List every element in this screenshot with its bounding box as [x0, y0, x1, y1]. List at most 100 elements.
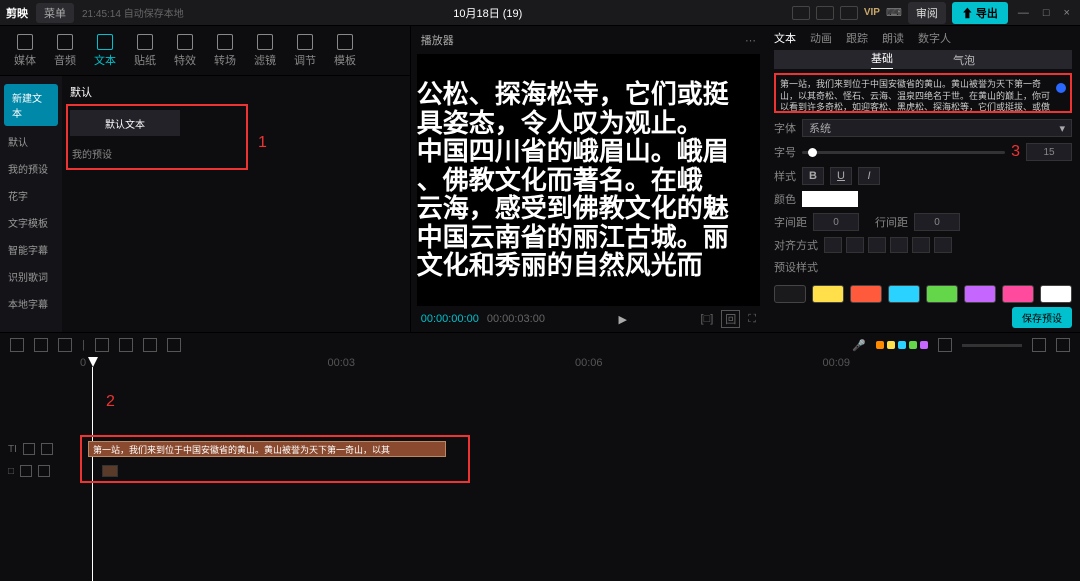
tool-tab-6[interactable]: 滤镜: [254, 34, 276, 68]
italic-button[interactable]: I: [858, 167, 880, 185]
mirror-button[interactable]: [143, 338, 157, 352]
crop-button[interactable]: [119, 338, 133, 352]
play-button[interactable]: ▶: [553, 313, 693, 326]
close-icon[interactable]: ×: [1060, 7, 1074, 19]
side-item-7[interactable]: 本地字幕: [0, 290, 62, 317]
my-preset-label: 我的预设: [72, 146, 112, 161]
ratio-icon[interactable]: [□]: [701, 313, 714, 325]
preset-swatch-0[interactable]: [774, 285, 806, 303]
layout-icon-1[interactable]: [792, 6, 810, 20]
track-eye-icon-2[interactable]: [38, 465, 50, 477]
zoom-out-button[interactable]: [938, 338, 952, 352]
inspector-tab-2[interactable]: 跟踪: [846, 30, 868, 46]
track-lock-icon[interactable]: [23, 443, 35, 455]
ai-indicator-icon[interactable]: [1056, 83, 1066, 93]
player-menu-icon[interactable]: ⋯: [745, 34, 756, 47]
undo-button[interactable]: [10, 338, 24, 352]
track-eye-icon[interactable]: [41, 443, 53, 455]
side-item-2[interactable]: 我的预设: [0, 155, 62, 182]
preset-swatch-5[interactable]: [964, 285, 996, 303]
default-text-card[interactable]: 默认文本: [70, 110, 180, 136]
secondary-clip[interactable]: [102, 465, 118, 477]
menu-button[interactable]: 菜单: [36, 3, 74, 23]
preset-swatch-2[interactable]: [850, 285, 882, 303]
inspector-tab-3[interactable]: 朗读: [882, 30, 904, 46]
timeline-body[interactable]: 000:0300:0600:09 2 TI □ 第一站，我们来到位于中国安徽省的…: [0, 357, 1080, 581]
align-bottom-button[interactable]: [934, 237, 952, 253]
preset-swatch-1[interactable]: [812, 285, 844, 303]
side-item-1[interactable]: 默认: [0, 128, 62, 155]
zoom-fit-button[interactable]: [1056, 338, 1070, 352]
text-clip[interactable]: 第一站，我们来到位于中国安徽省的黄山。黄山被誉为天下第一奇山，以其: [88, 441, 446, 457]
line-spacing-input[interactable]: 0: [914, 213, 960, 231]
review-button[interactable]: 审阅: [908, 2, 946, 24]
font-select[interactable]: 系统▾: [802, 119, 1072, 137]
layout-icon-3[interactable]: [840, 6, 858, 20]
rotate-button[interactable]: [167, 338, 181, 352]
side-item-3[interactable]: 花字: [0, 182, 62, 209]
preset-swatch-7[interactable]: [1040, 285, 1072, 303]
track-color-4[interactable]: [920, 341, 928, 349]
project-title: 10月18日 (19): [453, 5, 522, 21]
tool-tab-3[interactable]: 贴纸: [134, 34, 156, 68]
side-item-0[interactable]: 新建文本: [4, 84, 58, 126]
tool-tab-5[interactable]: 转场: [214, 34, 236, 68]
inspector-tab-4[interactable]: 数字人: [918, 30, 951, 46]
track-color-2[interactable]: [898, 341, 906, 349]
track-label-2: □: [8, 465, 50, 477]
shortcut-icon[interactable]: ⌨: [886, 6, 902, 19]
align-center-button[interactable]: [846, 237, 864, 253]
preset-swatch-6[interactable]: [1002, 285, 1034, 303]
track-color-3[interactable]: [909, 341, 917, 349]
track-color-1[interactable]: [887, 341, 895, 349]
tool-tab-0[interactable]: 媒体: [14, 34, 36, 68]
bold-button[interactable]: B: [802, 167, 824, 185]
side-item-4[interactable]: 文字模板: [0, 209, 62, 236]
align-left-button[interactable]: [824, 237, 842, 253]
align-right-button[interactable]: [868, 237, 886, 253]
time-ruler[interactable]: 000:0300:0600:09: [80, 357, 1070, 373]
tool-tab-4[interactable]: 特效: [174, 34, 196, 68]
underline-button[interactable]: U: [830, 167, 852, 185]
side-item-5[interactable]: 智能字幕: [0, 236, 62, 263]
preview-canvas: 公松、探海松寺，它们或挺具姿态，令人叹为观止。中国四川省的峨眉山。峨眉、佛教文化…: [417, 54, 760, 306]
track-color-0[interactable]: [876, 341, 884, 349]
mic-icon[interactable]: 🎤: [852, 339, 866, 352]
inspector-tab-0[interactable]: 文本: [774, 30, 796, 46]
minimize-icon[interactable]: —: [1014, 7, 1033, 19]
track-lock-icon-2[interactable]: [20, 465, 32, 477]
align-top-button[interactable]: [890, 237, 908, 253]
letter-spacing-input[interactable]: 0: [813, 213, 859, 231]
tool-tab-2[interactable]: 文本: [94, 34, 116, 68]
zoom-slider[interactable]: [962, 344, 1022, 347]
split-button[interactable]: [58, 338, 72, 352]
align-middle-button[interactable]: [912, 237, 930, 253]
inspector-subtabs[interactable]: 基础 气泡: [774, 50, 1072, 69]
inspector-tab-1[interactable]: 动画: [810, 30, 832, 46]
preview-text-line: 文化和秀丽的自然风光而: [417, 251, 760, 280]
fullscreen-icon[interactable]: ⛶: [748, 313, 756, 326]
side-item-6[interactable]: 识别歌词: [0, 263, 62, 290]
tool-tab-8[interactable]: 模板: [334, 34, 356, 68]
scale-icon[interactable]: 回: [721, 310, 740, 328]
layout-icon-2[interactable]: [816, 6, 834, 20]
category-tab[interactable]: 默认: [70, 84, 402, 106]
save-preset-button[interactable]: 保存预设: [1012, 307, 1072, 328]
export-button[interactable]: ⬆ 导出: [952, 2, 1008, 24]
text-content-area[interactable]: 第一站，我们来到位于中国安徽省的黄山。黄山被誉为天下第一奇山，以其奇松、怪石、云…: [780, 79, 1066, 113]
preset-swatch-3[interactable]: [888, 285, 920, 303]
delete-button[interactable]: [95, 338, 109, 352]
redo-button[interactable]: [34, 338, 48, 352]
letter-spacing-label: 字间距: [774, 214, 807, 230]
color-swatch[interactable]: [802, 191, 858, 207]
vip-badge[interactable]: VIP: [864, 7, 880, 18]
zoom-in-button[interactable]: [1032, 338, 1046, 352]
annotation-marker-3: 3: [1011, 143, 1020, 161]
size-input[interactable]: 15: [1026, 143, 1072, 161]
tool-tab-7[interactable]: 调节: [294, 34, 316, 68]
side-nav: 新建文本默认我的预设花字文字模板智能字幕识别歌词本地字幕: [0, 76, 62, 332]
size-slider[interactable]: [802, 151, 1005, 154]
tool-tab-1[interactable]: 音频: [54, 34, 76, 68]
preset-swatch-4[interactable]: [926, 285, 958, 303]
maximize-icon[interactable]: □: [1039, 7, 1054, 19]
